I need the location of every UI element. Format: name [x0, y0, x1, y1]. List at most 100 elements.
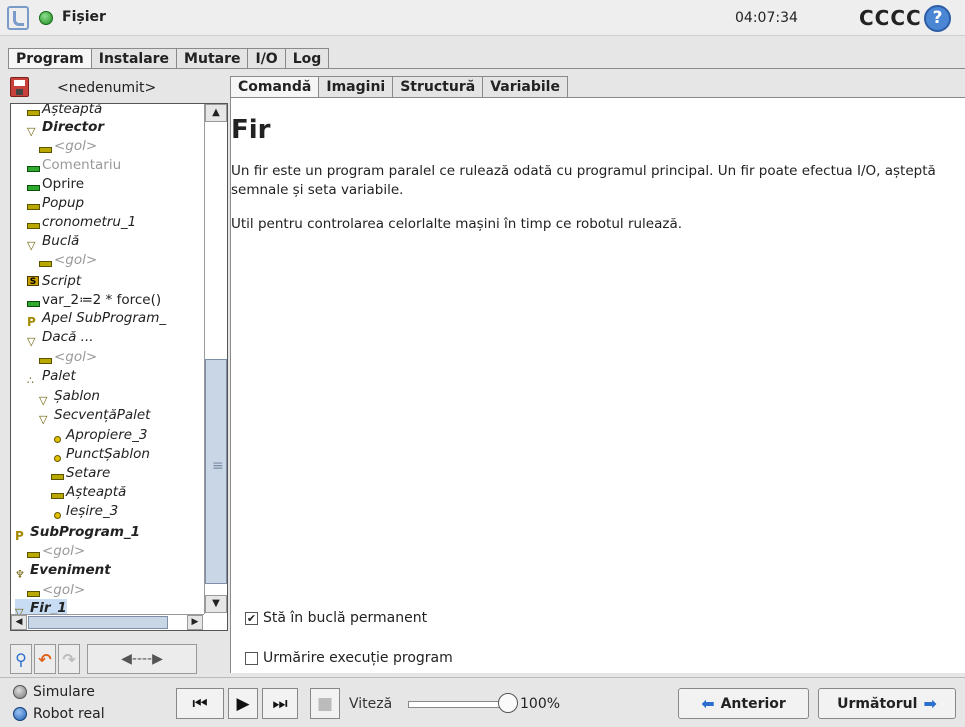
wait-icon	[27, 198, 39, 208]
tree-node[interactable]: Setare	[51, 464, 110, 483]
comment-icon	[27, 160, 39, 170]
script-icon: S	[27, 276, 39, 287]
tree-node-label: <gol>	[54, 349, 98, 365]
description-usage: Util pentru controlarea celorlalte mașin…	[231, 216, 683, 232]
scroll-up-icon[interactable]: ▲	[205, 104, 227, 122]
tree-node[interactable]: <gol>	[27, 581, 85, 600]
speed-label: Viteză	[349, 696, 393, 712]
loop-forever-checkbox[interactable]: ✔	[245, 611, 258, 625]
tree-vertical-scrollbar[interactable]: ▲ ▼	[204, 104, 227, 614]
wait-icon	[39, 141, 51, 151]
subprogram-icon: P	[27, 315, 36, 329]
step-icon: ⏭	[272, 693, 288, 714]
tree-node-label: Dacă ...	[42, 329, 94, 345]
tree-node-label: Comentariu	[42, 157, 122, 173]
tree-node[interactable]: Comentariu	[27, 156, 121, 175]
tree-node[interactable]: ∴ Palet	[27, 367, 76, 387]
status-led-icon[interactable]	[39, 11, 53, 25]
tree-node[interactable]: ▽ Fir_1	[15, 599, 67, 614]
simulation-label: Simulare	[33, 684, 95, 700]
tree-node[interactable]: Oprire	[27, 175, 84, 194]
title-bar: Fișier 04:07:34 CCCC ?	[0, 0, 965, 36]
tree-node-label: Așteaptă	[42, 104, 103, 117]
scroll-left-icon[interactable]: ◀	[11, 615, 27, 630]
tab-structura[interactable]: Structură	[392, 76, 484, 97]
waypoint-icon	[51, 449, 63, 459]
track-execution-checkbox[interactable]	[245, 651, 258, 665]
mode-real-robot[interactable]: Robot real	[13, 706, 105, 722]
real-robot-label: Robot real	[33, 706, 105, 722]
tree-toolbar: ⚲ ↶ ↷ ◀----▶	[10, 644, 228, 674]
tab-imagini[interactable]: Imagini	[318, 76, 394, 97]
tree-node[interactable]: ▽ Șablon	[39, 387, 100, 407]
tree-node[interactable]: <gol>	[39, 348, 97, 367]
tree-node-label: Setare	[66, 465, 111, 481]
scroll-thumb[interactable]	[205, 359, 227, 584]
step-button[interactable]: ⏭	[262, 688, 298, 719]
mode-simulation[interactable]: Simulare	[13, 684, 95, 700]
tree-node[interactable]: Așteaptă	[51, 483, 126, 502]
file-menu[interactable]: Fișier	[62, 9, 106, 25]
hscroll-thumb[interactable]	[28, 616, 168, 629]
tree-node[interactable]: Popup	[27, 194, 84, 213]
wait-icon	[51, 468, 63, 478]
tab-program[interactable]: Program	[8, 48, 92, 70]
tab-variabile[interactable]: Variabile	[482, 76, 568, 97]
move-node-icon[interactable]: ◀----▶	[87, 644, 197, 674]
tab-mutare[interactable]: Mutare	[176, 48, 249, 69]
scroll-right-icon[interactable]: ▶	[187, 615, 203, 630]
loop-triangle-icon: ▽	[27, 239, 36, 252]
tree-node[interactable]: PunctȘablon	[51, 445, 150, 464]
tree-node[interactable]: cronometru_1	[27, 213, 136, 232]
tree-node[interactable]: Ieșire_3	[51, 502, 118, 521]
tree-node[interactable]: ▽ SecvențăPalet	[39, 406, 150, 426]
track-execution-label: Urmărire execuție program	[263, 650, 453, 666]
tree-node-label: Popup	[42, 195, 85, 211]
next-button[interactable]: Următorul ➡	[818, 688, 956, 719]
speed-slider[interactable]	[408, 701, 503, 708]
sequence-triangle-icon: ▽	[39, 413, 48, 426]
loop-forever-label: Stă în buclă permanent	[263, 610, 428, 626]
tree-horizontal-scrollbar[interactable]: ◀ ▶	[11, 614, 204, 630]
real-robot-radio-icon[interactable]	[13, 707, 27, 721]
play-button[interactable]: ▶	[228, 688, 258, 719]
scroll-down-icon[interactable]: ▼	[205, 595, 227, 613]
tree-node[interactable]: ▽ Dacă ...	[27, 328, 94, 348]
tree-node[interactable]: var_2≔2 * force()	[27, 291, 161, 310]
loop-forever-option[interactable]: ✔ Stă în buclă permanent	[245, 608, 427, 628]
tab-instalare[interactable]: Instalare	[90, 48, 178, 69]
help-icon[interactable]: ?	[924, 5, 951, 32]
tab-comanda[interactable]: Comandă	[230, 76, 320, 97]
stop-button[interactable]: ■	[310, 688, 340, 719]
tree-node[interactable]: <gol>	[39, 251, 97, 270]
tree-node[interactable]: Așteaptă	[27, 104, 102, 119]
track-execution-option[interactable]: Urmărire execuție program	[245, 648, 453, 668]
tree-node[interactable]: S Script	[27, 272, 81, 291]
tree-node[interactable]: ♆ Eveniment	[15, 561, 111, 581]
tab-io[interactable]: I/O	[247, 48, 286, 69]
tree-node[interactable]: P Apel SubProgram_	[27, 309, 166, 329]
tree-node[interactable]: ▽ Director	[27, 118, 104, 138]
speed-slider-handle[interactable]	[498, 693, 518, 713]
tree-node[interactable]: ▽ Buclă	[27, 232, 79, 252]
tree-node-label: <gol>	[42, 543, 86, 559]
simulation-radio-icon[interactable]	[13, 685, 27, 699]
pattern-triangle-icon: ▽	[39, 394, 48, 407]
search-icon[interactable]: ⚲	[10, 644, 32, 674]
subprogram-icon: P	[15, 529, 24, 543]
tree-node[interactable]: <gol>	[39, 137, 97, 156]
rewind-button[interactable]: ⏮	[176, 688, 224, 719]
previous-button[interactable]: ⬅ Anterior	[678, 688, 809, 719]
redo-icon[interactable]: ↷	[58, 644, 80, 674]
undo-icon[interactable]: ↶	[34, 644, 56, 674]
save-icon[interactable]	[10, 77, 29, 97]
clock: 04:07:34	[735, 10, 798, 26]
wait-icon	[27, 546, 39, 556]
program-tree-panel: <nedenumit> Așteaptă ▽ Director <gol> Coment…	[8, 69, 229, 676]
tree-node[interactable]: <gol>	[27, 542, 85, 561]
tree-node[interactable]: Apropiere_3	[51, 426, 147, 445]
tree-node-label: <gol>	[42, 582, 86, 598]
tree-node[interactable]: P SubProgram_1	[15, 523, 140, 543]
description: Un fir este un program paralel ce ruleaz…	[231, 163, 936, 198]
tab-log[interactable]: Log	[284, 48, 330, 69]
